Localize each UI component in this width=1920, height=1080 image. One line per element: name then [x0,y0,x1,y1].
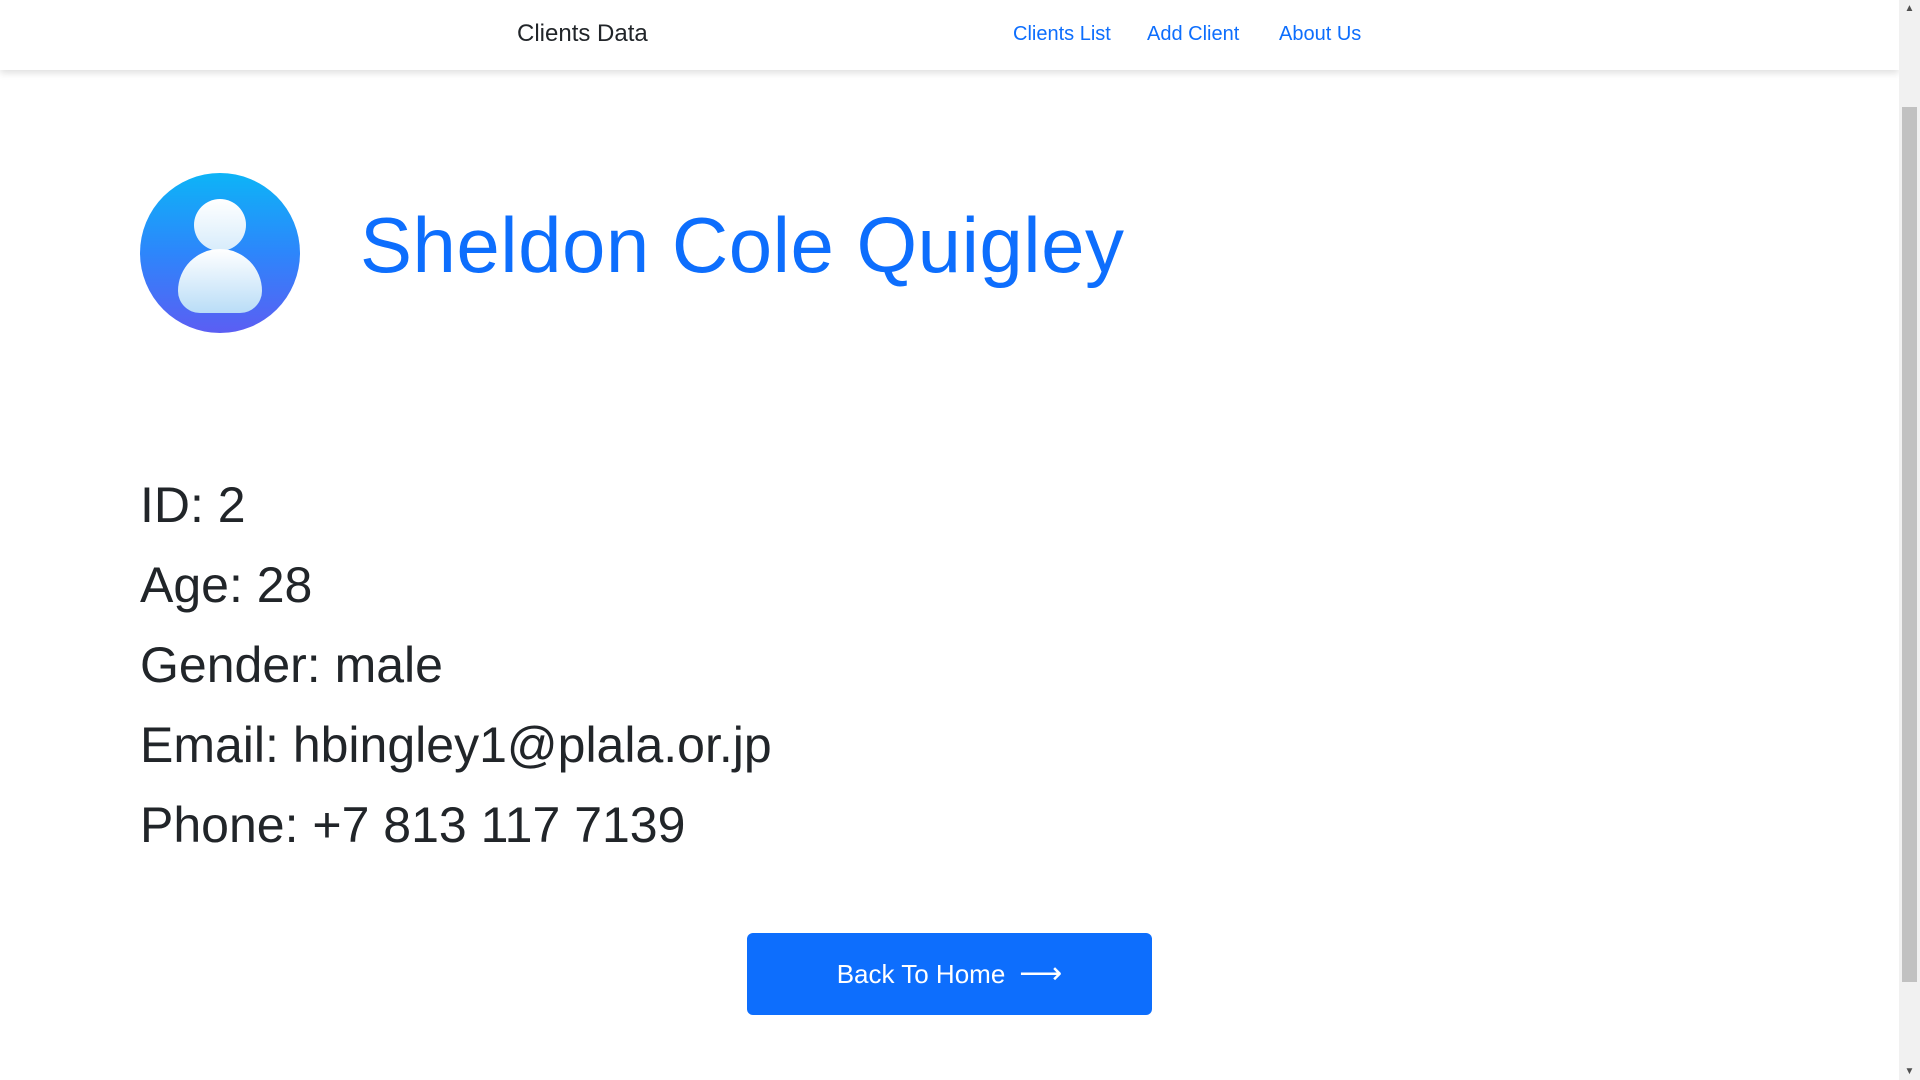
navbar: Clients Data Clients List Add Client Abo… [0,0,1899,70]
page: Clients Data Clients List Add Client Abo… [0,0,1899,1080]
scroll-up-arrow-icon[interactable]: ▲ [1899,0,1920,17]
client-name: Sheldon Cole Quigley [360,201,1125,289]
detail-age-value: 28 [256,557,313,613]
detail-phone: Phone: +7 813 117 7139 [140,790,772,870]
detail-email-value: hbingley1@plala.or.jp [292,717,772,773]
detail-phone-label: Phone: [140,797,313,853]
detail-phone-value: +7 813 117 7139 [312,797,686,853]
client-details: ID: 2 Age: 28 Gender: male Email: hbingl… [140,470,772,870]
avatar-icon [140,173,300,333]
detail-gender-label: Gender: [140,637,335,693]
detail-id-label: ID: [140,477,218,533]
back-to-home-button[interactable]: Back To Home ⟶ [747,933,1152,1015]
detail-email-label: Email: [140,717,293,773]
avatar-head [194,199,246,251]
detail-gender: Gender: male [140,630,772,710]
detail-id: ID: 2 [140,470,772,550]
vertical-scrollbar[interactable]: ▲ ▼ [1899,0,1920,1080]
back-to-home-label: Back To Home [836,958,1006,989]
nav-link-about-us[interactable]: About Us [1279,23,1361,46]
nav-link-clients-list[interactable]: Clients List [1013,23,1111,46]
detail-email: Email: hbingley1@plala.or.jp [140,710,772,790]
avatar-body [178,249,262,313]
scroll-down-arrow-icon[interactable]: ▼ [1899,1063,1920,1080]
detail-age: Age: 28 [140,550,772,630]
detail-age-label: Age: [140,557,257,613]
navbar-brand[interactable]: Clients Data [517,20,648,48]
nav-link-add-client[interactable]: Add Client [1147,23,1239,46]
detail-id-value: 2 [217,477,246,533]
arrow-right-icon: ⟶ [1019,957,1063,990]
scrollbar-thumb[interactable] [1902,107,1917,982]
detail-gender-value: male [334,637,443,693]
